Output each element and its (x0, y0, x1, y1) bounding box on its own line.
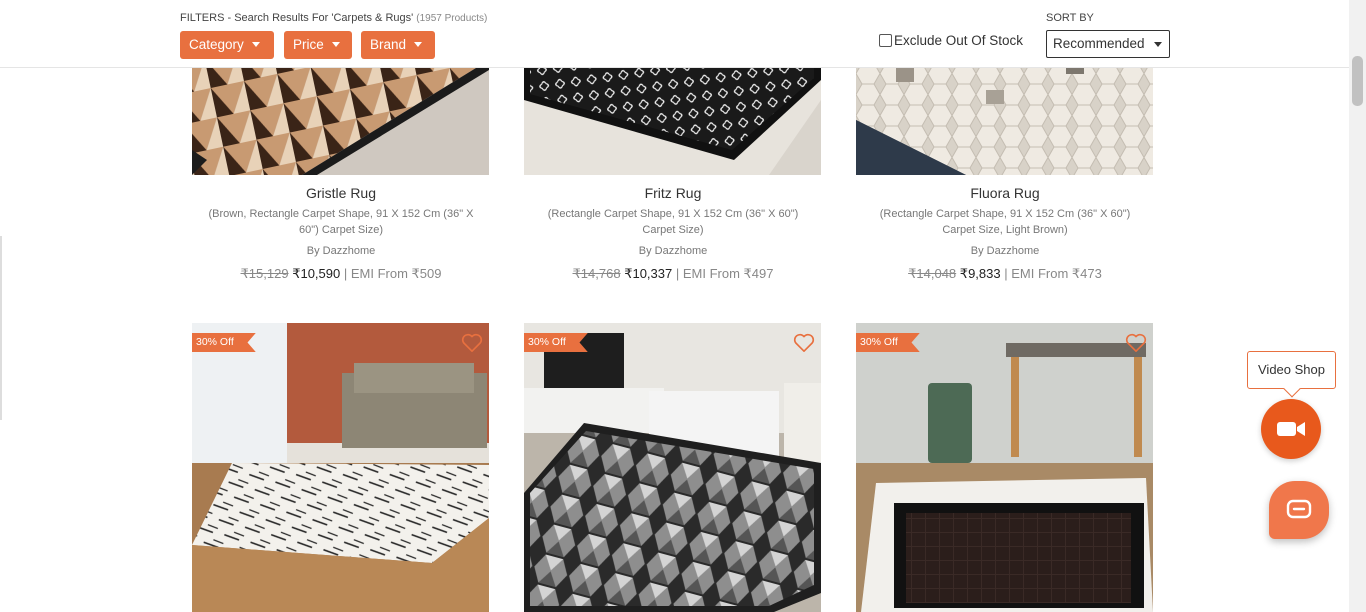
original-price: ₹14,048 (908, 266, 957, 281)
sort-by-label: SORT BY (1046, 12, 1094, 24)
exclude-out-of-stock-toggle[interactable]: Exclude Out Of Stock (879, 33, 1023, 48)
category-filter-label: Category (189, 37, 244, 52)
product-price: ₹14,768 ₹10,337 | EMI From ₹497 (524, 266, 822, 282)
product-description: (Rectangle Carpet Shape, 91 X 152 Cm (36… (879, 208, 1131, 236)
scrollbar-thumb[interactable] (1352, 56, 1363, 106)
discount-badge: 30% Off (856, 333, 920, 352)
page-edge-divider (0, 236, 2, 420)
filter-bar: FILTERS - Search Results For 'Carpets & … (0, 0, 1349, 68)
brand-filter-button[interactable]: Brand (361, 31, 435, 59)
chevron-down-icon (251, 41, 260, 47)
discount-badge: 30% Off (524, 333, 588, 352)
chevron-down-icon (1154, 42, 1162, 47)
product-brand: By Dazzhome (306, 245, 376, 257)
emi-text: | EMI From ₹497 (675, 266, 774, 281)
product-image[interactable]: 30% Off (192, 323, 489, 612)
product-name[interactable]: Gristle Rug (192, 185, 490, 201)
page-scrollbar[interactable] (1349, 0, 1366, 612)
sale-price: ₹9,833 (959, 266, 1001, 281)
heart-outline-icon[interactable] (793, 333, 815, 353)
original-price: ₹14,768 (572, 266, 621, 281)
product-brand: By Dazzhome (970, 245, 1040, 257)
exclude-out-of-stock-label[interactable]: Exclude Out Of Stock (894, 33, 1023, 48)
discount-badge: 30% Off (192, 333, 256, 352)
sort-select[interactable]: Recommended (1046, 30, 1170, 58)
filter-title: FILTERS - Search Results For 'Carpets & … (180, 12, 487, 24)
video-shop-label[interactable]: Video Shop (1247, 351, 1336, 389)
product-image[interactable]: 30% Off (524, 323, 821, 612)
search-results-title: FILTERS - Search Results For 'Carpets & … (180, 12, 414, 24)
chat-button[interactable] (1269, 481, 1329, 539)
sort-selected-value: Recommended (1053, 36, 1145, 51)
chat-icon (1286, 499, 1312, 519)
product-price: ₹15,129 ₹10,590 | EMI From ₹509 (192, 266, 490, 282)
video-camera-icon (1277, 422, 1305, 436)
chevron-down-icon (331, 41, 340, 47)
chevron-down-icon (414, 41, 423, 47)
exclude-out-of-stock-checkbox[interactable] (879, 34, 892, 47)
product-description: (Brown, Rectangle Carpet Shape, 91 X 152… (208, 208, 474, 236)
emi-text: | EMI From ₹473 (1004, 266, 1102, 281)
emi-text: | EMI From ₹509 (343, 266, 442, 281)
heart-outline-icon[interactable] (461, 333, 483, 353)
sale-price: ₹10,337 (624, 266, 673, 281)
sale-price: ₹10,590 (292, 266, 341, 281)
heart-outline-icon[interactable] (1125, 333, 1147, 353)
product-name[interactable]: Fritz Rug (524, 185, 822, 201)
category-filter-button[interactable]: Category (180, 31, 274, 59)
price-filter-label: Price (293, 37, 324, 52)
product-price: ₹14,048 ₹9,833 | EMI From ₹473 (856, 266, 1154, 282)
product-brand: By Dazzhome (638, 245, 708, 257)
brand-filter-label: Brand (370, 37, 407, 52)
video-shop-button[interactable] (1261, 399, 1321, 459)
product-count: (1957 Products) (416, 13, 488, 24)
product-description: (Rectangle Carpet Shape, 91 X 152 Cm (36… (547, 208, 799, 236)
product-name[interactable]: Fluora Rug (856, 185, 1154, 201)
price-filter-button[interactable]: Price (284, 31, 352, 59)
product-image[interactable]: 30% Off (856, 323, 1153, 612)
original-price: ₹15,129 (240, 266, 289, 281)
